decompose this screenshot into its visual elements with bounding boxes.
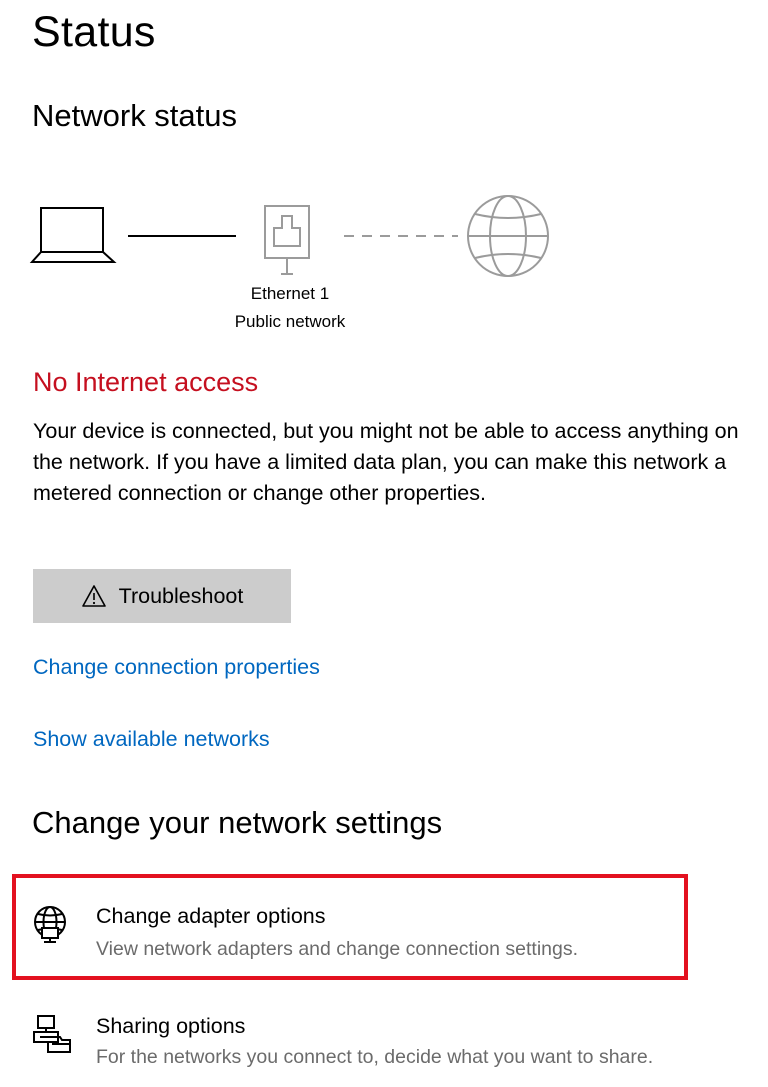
show-available-networks-link[interactable]: Show available networks [33, 727, 270, 752]
ethernet-port-icon [264, 205, 310, 275]
network-diagram: Ethernet 1 Public network [26, 188, 566, 338]
network-status-heading: Network status [32, 98, 238, 133]
troubleshoot-button[interactable]: Troubleshoot [33, 569, 291, 623]
warning-icon [81, 585, 106, 607]
change-adapter-options-subtitle: View network adapters and change connect… [96, 938, 579, 960]
change-connection-properties-link[interactable]: Change connection properties [33, 655, 320, 680]
globe-icon [467, 195, 549, 277]
connection-status-title: No Internet access [33, 367, 259, 397]
laptop-icon [29, 207, 117, 263]
connection-status-description: Your device is connected, but you might … [33, 419, 739, 505]
change-adapter-options-title: Change adapter options [96, 904, 326, 928]
sharing-options-subtitle: For the networks you connect to, decide … [96, 1046, 654, 1068]
adapter-globe-icon [34, 906, 66, 943]
sharing-options-title: Sharing options [96, 1014, 246, 1038]
page-title: Status [32, 8, 156, 56]
troubleshoot-label: Troubleshoot [118, 583, 244, 608]
change-adapter-options-item[interactable]: Change adapter options View network adap… [24, 890, 684, 972]
adapter-name: Ethernet 1 [250, 284, 330, 303]
network-type: Public network [234, 312, 346, 331]
change-network-settings-heading: Change your network settings [32, 805, 443, 840]
sharing-icon [33, 1015, 71, 1053]
sharing-options-item[interactable]: Sharing options For the networks you con… [24, 1000, 754, 1080]
